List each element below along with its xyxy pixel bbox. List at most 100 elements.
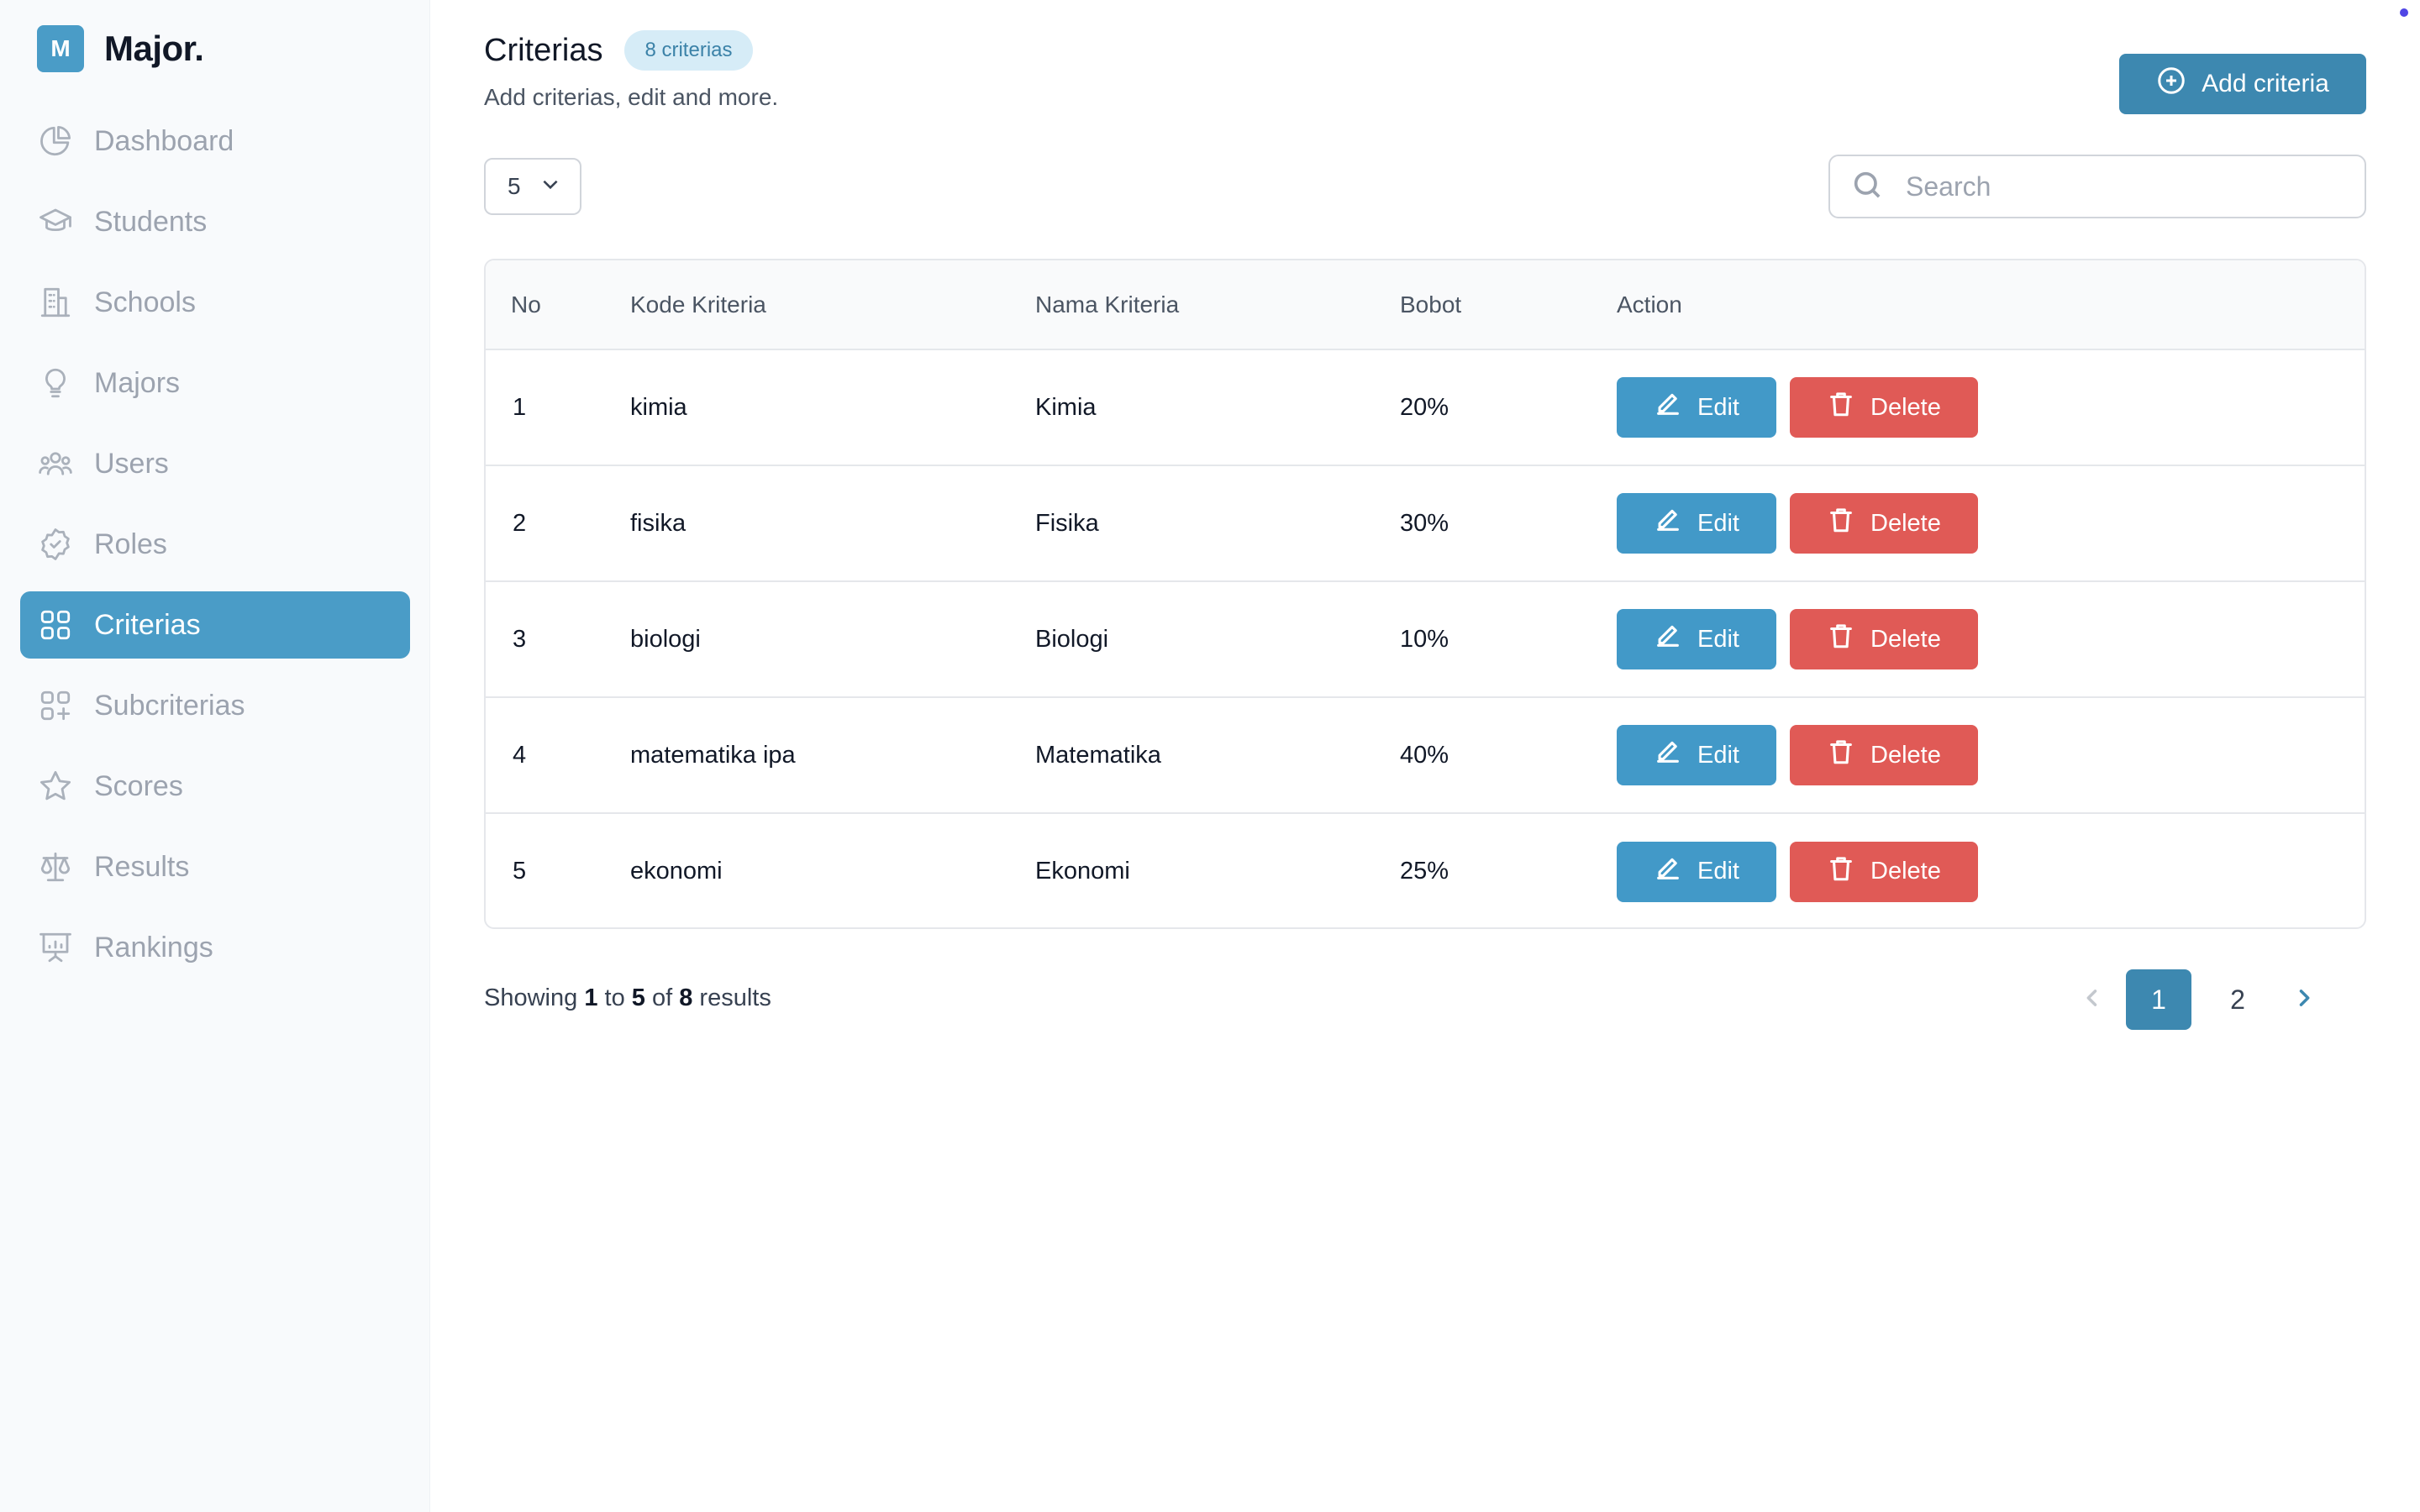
page-subtitle: Add criterias, edit and more. bbox=[484, 84, 779, 110]
column-header-no[interactable]: No bbox=[486, 260, 630, 350]
grid-icon bbox=[37, 606, 74, 643]
sidebar-item-criterias[interactable]: Criterias bbox=[20, 591, 410, 659]
page-1-button[interactable]: 1 bbox=[2126, 969, 2191, 1030]
table-row: 5 ekonomi Ekonomi 25% Edit Delete bbox=[486, 813, 2365, 927]
sidebar-item-label: Roles bbox=[94, 528, 167, 560]
sidebar-item-scores[interactable]: Scores bbox=[20, 753, 410, 820]
count-badge: 8 criterias bbox=[624, 30, 753, 71]
users-icon bbox=[37, 445, 74, 482]
sidebar-item-students[interactable]: Students bbox=[20, 188, 410, 255]
table-body: 1 kimia Kimia 20% Edit Delete 2 fisika Fisika 30%… bbox=[486, 349, 2365, 927]
sidebar-item-roles[interactable]: Roles bbox=[20, 511, 410, 578]
lightbulb-icon bbox=[37, 365, 74, 402]
sidebar-item-rankings[interactable]: Rankings bbox=[20, 914, 410, 981]
sidebar-item-label: Results bbox=[94, 850, 190, 883]
column-header-nama-kriteria[interactable]: Nama Kriteria bbox=[1035, 260, 1400, 350]
search-box[interactable] bbox=[1828, 155, 2366, 218]
page-size-select[interactable]: 5 bbox=[484, 158, 581, 215]
sidebar-item-schools[interactable]: Schools bbox=[20, 269, 410, 336]
trash-icon bbox=[1827, 738, 1855, 773]
cell-no: 2 bbox=[513, 509, 527, 537]
graduation-cap-icon bbox=[37, 203, 74, 240]
sidebar-item-label: Users bbox=[94, 447, 169, 480]
cell-kode: kimia bbox=[630, 393, 687, 421]
delete-label: Delete bbox=[1870, 509, 1941, 537]
chevron-left-icon bbox=[2081, 986, 2104, 1014]
delete-button[interactable]: Delete bbox=[1790, 725, 1978, 785]
brand[interactable]: M Major. bbox=[37, 25, 204, 72]
add-criteria-button[interactable]: Add criteria bbox=[2119, 54, 2366, 114]
edit-button[interactable]: Edit bbox=[1617, 377, 1776, 438]
pencil-icon bbox=[1654, 622, 1682, 657]
showing-total: 8 bbox=[679, 984, 693, 1011]
grid-plus-icon bbox=[37, 687, 74, 724]
sidebar-nav: Dashboard Students Schools Majors Users … bbox=[20, 108, 410, 995]
edit-button[interactable]: Edit bbox=[1617, 725, 1776, 785]
delete-label: Delete bbox=[1870, 741, 1941, 769]
cell-action: Edit Delete bbox=[1617, 697, 2365, 813]
cell-no: 3 bbox=[513, 625, 527, 653]
table-row: 1 kimia Kimia 20% Edit Delete bbox=[486, 349, 2365, 465]
sidebar-item-users[interactable]: Users bbox=[20, 430, 410, 497]
trash-icon bbox=[1827, 622, 1855, 657]
column-header-bobot[interactable]: Bobot bbox=[1400, 260, 1617, 350]
sidebar-item-majors[interactable]: Majors bbox=[20, 349, 410, 417]
delete-button[interactable]: Delete bbox=[1790, 377, 1978, 438]
cell-action: Edit Delete bbox=[1617, 813, 2365, 927]
showing-results-word: results bbox=[699, 984, 771, 1011]
column-header-action: Action bbox=[1617, 260, 2365, 350]
title-row: Criterias 8 criterias bbox=[484, 30, 753, 71]
criteria-table: No Kode Kriteria Nama Kriteria Bobot Act… bbox=[484, 259, 2366, 929]
delete-button[interactable]: Delete bbox=[1790, 609, 1978, 669]
trash-icon bbox=[1827, 506, 1855, 541]
add-criteria-label: Add criteria bbox=[2202, 70, 2329, 97]
delete-label: Delete bbox=[1870, 393, 1941, 421]
cell-action: Edit Delete bbox=[1617, 581, 2365, 697]
edit-button[interactable]: Edit bbox=[1617, 493, 1776, 554]
column-header-kode-kriteria[interactable]: Kode Kriteria bbox=[630, 260, 1035, 350]
cell-bobot: 20% bbox=[1400, 393, 1449, 421]
cell-bobot: 30% bbox=[1400, 509, 1449, 537]
showing-prefix: Showing bbox=[484, 984, 578, 1011]
page-size-value: 5 bbox=[508, 173, 521, 199]
edit-label: Edit bbox=[1697, 509, 1739, 537]
next-page-button[interactable] bbox=[2277, 969, 2331, 1030]
pencil-icon bbox=[1654, 506, 1682, 541]
cell-kode: matematika ipa bbox=[630, 741, 796, 769]
cell-nama: Biologi bbox=[1035, 625, 1109, 653]
page-2-button[interactable]: 2 bbox=[2205, 969, 2270, 1030]
sidebar-item-label: Criterias bbox=[94, 608, 201, 641]
cell-kode: fisika bbox=[630, 509, 687, 537]
edit-label: Edit bbox=[1697, 858, 1739, 885]
delete-label: Delete bbox=[1870, 625, 1941, 653]
previous-page-button[interactable] bbox=[2065, 969, 2119, 1030]
badge-icon bbox=[37, 526, 74, 563]
plus-circle-icon bbox=[2156, 66, 2186, 102]
table-row: 4 matematika ipa Matematika 40% Edit Delete bbox=[486, 697, 2365, 813]
scale-icon bbox=[37, 848, 74, 885]
delete-button[interactable]: Delete bbox=[1790, 493, 1978, 554]
pencil-icon bbox=[1654, 390, 1682, 425]
sidebar-item-subcriterias[interactable]: Subcriterias bbox=[20, 672, 410, 739]
cell-action: Edit Delete bbox=[1617, 349, 2365, 465]
cell-no: 5 bbox=[513, 858, 527, 885]
sidebar-item-dashboard[interactable]: Dashboard bbox=[20, 108, 410, 175]
sidebar-item-label: Majors bbox=[94, 366, 181, 399]
pencil-icon bbox=[1654, 738, 1682, 773]
delete-label: Delete bbox=[1870, 858, 1941, 885]
sidebar-item-label: Students bbox=[94, 205, 208, 238]
sidebar-item-results[interactable]: Results bbox=[20, 833, 410, 900]
edit-button[interactable]: Edit bbox=[1617, 841, 1776, 902]
sidebar-item-label: Subcriterias bbox=[94, 689, 245, 722]
delete-button[interactable]: Delete bbox=[1790, 841, 1978, 902]
search-input[interactable] bbox=[1906, 171, 2343, 202]
cell-nama: Matematika bbox=[1035, 741, 1161, 769]
sidebar-item-label: Dashboard bbox=[94, 124, 234, 157]
edit-button[interactable]: Edit bbox=[1617, 609, 1776, 669]
sidebar-item-label: Rankings bbox=[94, 931, 213, 963]
cell-no: 1 bbox=[513, 393, 527, 421]
brand-logo: M bbox=[37, 25, 84, 72]
trash-icon bbox=[1827, 390, 1855, 425]
cell-bobot: 25% bbox=[1400, 858, 1449, 885]
edit-label: Edit bbox=[1697, 741, 1739, 769]
